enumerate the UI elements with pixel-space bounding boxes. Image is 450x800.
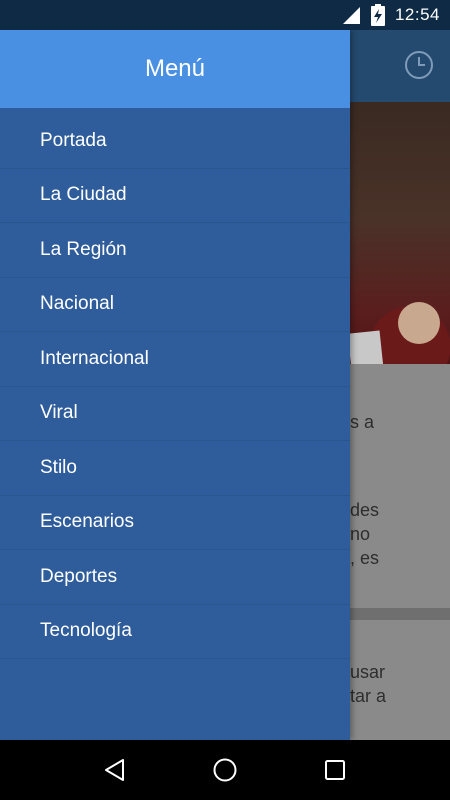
article-text: s a: [350, 412, 375, 432]
menu-item-internacional[interactable]: Internacional: [0, 332, 350, 387]
navigation-drawer: Menú Portada La Ciudad La Región Naciona…: [0, 30, 350, 740]
menu-item-nacional[interactable]: Nacional: [0, 278, 350, 332]
recents-icon[interactable]: [315, 750, 355, 790]
battery-charging-icon: [370, 4, 385, 26]
drawer-title: Menú: [144, 55, 206, 82]
signal-icon: [341, 5, 361, 25]
menu-item-deportes[interactable]: Deportes: [0, 550, 350, 605]
article-text: tar a: [350, 686, 387, 706]
menu-item-la-ciudad[interactable]: La Ciudad: [0, 169, 350, 223]
status-bar: 12:54: [0, 0, 450, 30]
menu-item-escenarios[interactable]: Escenarios: [0, 496, 350, 550]
menu-item-portada[interactable]: Portada: [0, 114, 350, 169]
menu-list: Portada La Ciudad La Región Nacional Int…: [0, 114, 350, 659]
article-text: no: [350, 524, 371, 544]
menu-item-stilo[interactable]: Stilo: [0, 441, 350, 496]
article-text: , es: [350, 548, 380, 568]
hero-person-shape: [398, 302, 440, 344]
history-icon[interactable]: [404, 50, 434, 85]
menu-item-la-region[interactable]: La Región: [0, 223, 350, 278]
home-icon[interactable]: [205, 750, 245, 790]
menu-item-tecnologia[interactable]: Tecnología: [0, 605, 350, 659]
back-icon[interactable]: [95, 750, 135, 790]
status-time: 12:54: [394, 5, 440, 24]
drawer-header: Menú: [0, 30, 350, 108]
article-text: des: [350, 500, 380, 520]
system-navigation-bar: [0, 740, 450, 800]
article-text: usar: [350, 662, 386, 682]
menu-item-viral[interactable]: Viral: [0, 387, 350, 441]
